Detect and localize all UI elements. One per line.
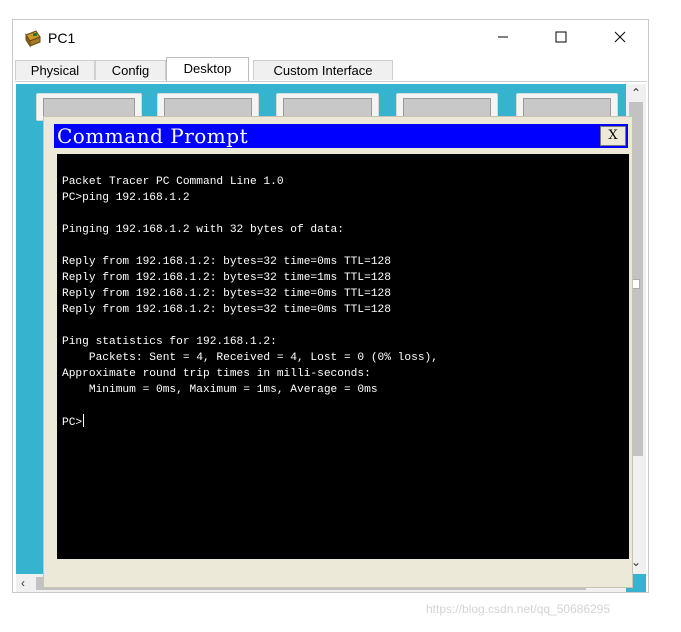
terminal-line: PC>ping 192.168.1.2 [62,192,190,204]
window-title: PC1 [48,30,76,46]
tab-physical[interactable]: Physical [15,60,95,80]
command-prompt-close-button[interactable]: X [600,126,626,146]
command-prompt-title: Command Prompt [57,124,249,148]
tab-custom-interface[interactable]: Custom Interface [253,60,393,80]
tab-config[interactable]: Config [95,60,166,80]
terminal-line: Approximate round trip times in milli-se… [62,368,371,380]
terminal-line: Reply from 192.168.1.2: bytes=32 time=0m… [62,288,391,300]
pc1-window: PC1 Physical Config Desktop Custom Inter… [12,19,649,593]
scroll-left-icon[interactable]: ‹ [21,577,25,589]
terminal-output[interactable]: Packet Tracer PC Command Line 1.0 PC>pin… [57,154,629,559]
close-button[interactable] [591,20,649,58]
scroll-up-icon[interactable]: ⌃ [631,87,641,99]
minimize-icon [497,30,509,48]
terminal-line: Reply from 192.168.1.2: bytes=32 time=1m… [62,272,391,284]
terminal-prompt-line[interactable]: PC> [62,414,85,431]
close-icon [614,30,626,48]
maximize-button[interactable] [532,20,590,58]
text-cursor [83,414,85,427]
window-titlebar[interactable]: PC1 [13,20,648,58]
watermark: https://blog.csdn.net/qq_50686295 [426,602,611,616]
minimize-button[interactable] [474,20,532,58]
terminal-line: Packets: Sent = 4, Received = 4, Lost = … [62,352,438,364]
terminal-line: Reply from 192.168.1.2: bytes=32 time=0m… [62,256,391,268]
command-prompt-window: Command Prompt X Packet Tracer PC Comman… [43,116,633,588]
terminal-line: Pinging 192.168.1.2 with 32 bytes of dat… [62,224,344,236]
tab-bar: Physical Config Desktop Custom Interface [15,57,647,82]
terminal-prompt: PC> [62,417,83,429]
tab-desktop[interactable]: Desktop [166,57,249,81]
terminal-line: Packet Tracer PC Command Line 1.0 [62,176,284,188]
packet-tracer-pc-icon [23,29,43,49]
command-prompt-titlebar: Command Prompt X [54,124,628,148]
terminal-line: Reply from 192.168.1.2: bytes=32 time=0m… [62,304,391,316]
terminal-line: Ping statistics for 192.168.1.2: [62,336,277,348]
terminal-line: Minimum = 0ms, Maximum = 1ms, Average = … [62,384,378,396]
maximize-icon [555,30,567,48]
